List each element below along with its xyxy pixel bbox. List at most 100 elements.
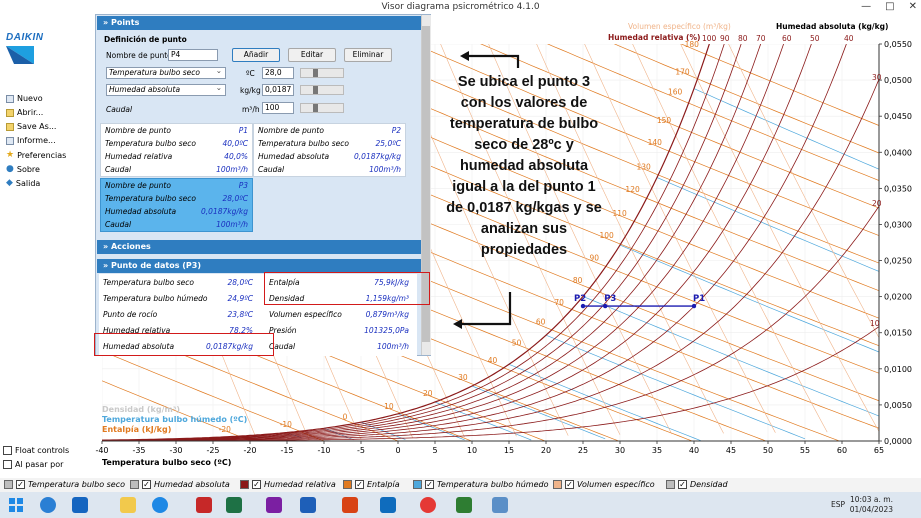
enthalpy-label: 170 <box>675 67 690 76</box>
y-tick-label: 0,0000 <box>884 437 912 446</box>
excel-icon[interactable] <box>226 497 242 513</box>
enthalpy-label: 140 <box>648 138 663 147</box>
menu-nuevo[interactable]: Nuevo <box>6 94 43 103</box>
enthalpy-label: 50 <box>512 338 522 347</box>
x-tick-label: 55 <box>800 446 810 455</box>
window-title: Visor diagrama psicrométrico 4.1.0 <box>0 0 921 14</box>
taskbar: ESP 10:03 a. m. 01/04/2023 <box>0 492 921 518</box>
menu-salida[interactable]: ◆ Salida <box>6 178 40 188</box>
legend-item-densidad[interactable]: ✓ Densidad <box>666 480 728 489</box>
enthalpy-label: 120 <box>625 185 640 194</box>
legend-item-tbs[interactable]: ✓ Temperatura bulbo seco <box>4 480 125 489</box>
value1-input[interactable]: 28,0 <box>262 67 294 79</box>
rh-curve-label: 60 <box>782 34 792 43</box>
x-tick-label: 30 <box>615 446 625 455</box>
point-card-p3[interactable]: Nombre de punto P3 Temperatura bulbo seco… <box>100 178 253 232</box>
enthalpy-label: 10 <box>384 402 394 411</box>
legend-item-entalpia[interactable]: ✓ Entalpía <box>343 480 400 489</box>
acciones-header[interactable]: » Acciones <box>97 240 421 254</box>
rh-curve-label: 70 <box>756 34 766 43</box>
y-tick-label: 0,0450 <box>884 112 912 121</box>
nombre-input[interactable]: P4 <box>168 49 218 61</box>
point-card-p1[interactable]: Nombre de punto P1 Temperatura bulbo seco… <box>100 123 253 177</box>
maximize-button[interactable]: □ <box>885 0 894 14</box>
file-explorer-icon[interactable] <box>120 497 136 513</box>
enthalpy-label: 160 <box>668 88 683 97</box>
y-tick-label: 0,0150 <box>884 329 912 338</box>
value2-slider[interactable] <box>300 85 344 95</box>
exit-icon: ◆ <box>6 178 13 188</box>
menu-sobre[interactable]: ● Sobre <box>6 164 40 174</box>
edge-icon[interactable] <box>40 497 56 513</box>
x-tick-label: -25 <box>206 446 219 455</box>
info-icon: ● <box>6 164 14 174</box>
caudal-slider[interactable] <box>300 103 344 113</box>
state-point-label: P3 <box>604 294 616 304</box>
legend-bar: ✓ Temperatura bulbo seco ✓ Humedad absolut… <box>0 478 921 492</box>
menu-preferencias[interactable]: ★ Preferencias <box>6 150 66 160</box>
y-tick-label: 0,0100 <box>884 365 912 374</box>
x-tick-label: 65 <box>874 446 884 455</box>
edit-button[interactable]: Editar <box>288 48 336 62</box>
app-green-icon[interactable] <box>456 497 472 513</box>
enthalpy-label: 30 <box>458 373 468 382</box>
nombre-label: Nombre de punto <box>106 51 172 60</box>
start-grid-icon[interactable] <box>72 497 88 513</box>
state-point-label: P1 <box>693 294 705 304</box>
caudal-label: Caudal <box>106 105 133 114</box>
x-tick-label: 25 <box>578 446 588 455</box>
enthalpy-label: 80 <box>573 276 583 285</box>
acrobat-icon[interactable] <box>196 497 212 513</box>
close-button[interactable]: ✕ <box>909 0 917 14</box>
add-button[interactable]: Añadir <box>232 48 280 62</box>
float-controls-checkbox[interactable]: Float controls <box>3 446 69 455</box>
datos-header[interactable]: » Punto de datos (P3) <box>97 259 421 273</box>
state-point-p3 <box>603 303 608 309</box>
enthalpy-label: -10 <box>280 420 292 429</box>
x-tick-label: 5 <box>432 446 437 455</box>
menu-abrir[interactable]: Abrir... <box>6 108 43 117</box>
x-tick-label: -15 <box>280 446 293 455</box>
caudal-input[interactable]: 100 <box>262 102 294 114</box>
legend-item-volumen[interactable]: ✓ Volumen específico <box>553 480 655 489</box>
psychrometric-app-icon[interactable] <box>492 497 508 513</box>
onenote-icon[interactable] <box>266 497 282 513</box>
word-icon[interactable] <box>300 497 316 513</box>
state-point-p2 <box>580 303 586 309</box>
language-indicator[interactable]: ESP <box>831 500 845 509</box>
clock[interactable]: 10:03 a. m. 01/04/2023 <box>850 495 893 515</box>
legend-item-tbh[interactable]: ✓ Temperatura bulbo húmedo <box>413 480 548 489</box>
enthalpy-label: 20 <box>423 389 433 398</box>
rh-curve-label: 10 <box>870 319 880 328</box>
al-pasar-checkbox[interactable]: Al pasar por <box>3 460 63 469</box>
windows-start-icon[interactable] <box>8 497 24 513</box>
rh-curve-label: 20 <box>872 199 882 208</box>
x-tick-label: 45 <box>726 446 736 455</box>
point-card-p2[interactable]: Nombre de punto P2 Temperatura bulbo seco… <box>253 123 406 177</box>
legend-item-habs[interactable]: ✓ Humedad absoluta <box>130 480 230 489</box>
save-icon <box>6 122 14 131</box>
y-tick-label: 0,0250 <box>884 257 912 266</box>
points-header[interactable]: » Points <box>97 16 421 30</box>
chrome-icon[interactable] <box>420 497 436 513</box>
y-tick-label: 0,0500 <box>884 76 912 85</box>
internet-explorer-icon[interactable] <box>152 497 168 513</box>
outlook-icon[interactable] <box>380 497 396 513</box>
legend-item-hr[interactable]: ✓ Humedad relativa <box>240 480 336 489</box>
property1-select[interactable]: Temperatura bulbo seco <box>106 66 226 79</box>
x-tick-label: 15 <box>504 446 514 455</box>
state-point-p1 <box>691 303 697 309</box>
menu-save-as[interactable]: Save As... <box>6 122 56 131</box>
property2-select[interactable]: Humedad absoluta <box>106 83 226 96</box>
window-controls: — □ ✕ <box>861 0 917 14</box>
y-tick-label: 0,0200 <box>884 293 912 302</box>
delete-button[interactable]: Eliminar <box>344 48 392 62</box>
menu-informe[interactable]: Informe... <box>6 136 56 145</box>
value1-slider[interactable] <box>300 68 344 78</box>
value2-input[interactable]: 0,0187 <box>262 84 294 96</box>
volume-axis-label: Volumen específico (m³/kg) <box>628 22 731 31</box>
enthalpy-label: 180 <box>685 40 700 49</box>
rh-curve-label: 50 <box>810 34 820 43</box>
minimize-button[interactable]: — <box>861 0 871 14</box>
powerpoint-icon[interactable] <box>342 497 358 513</box>
